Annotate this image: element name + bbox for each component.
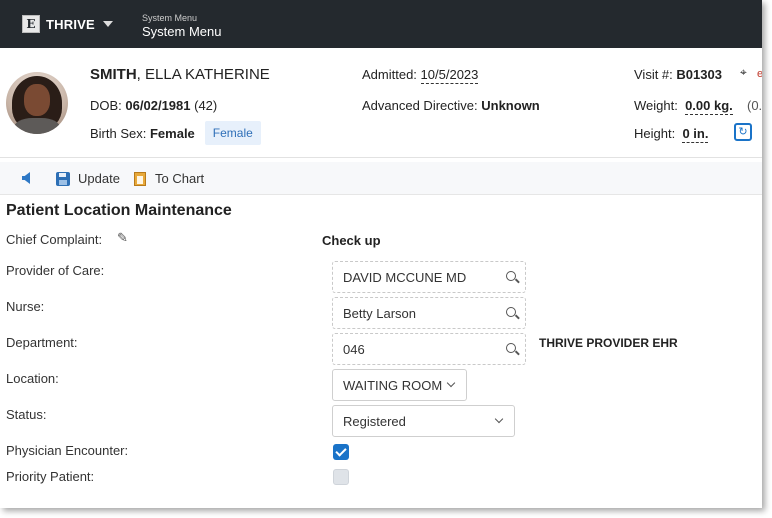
chevron-down-icon — [494, 414, 504, 424]
brand-name: THRIVE — [46, 16, 95, 32]
physician-encounter-label: Physician Encounter: — [6, 443, 129, 458]
back-arrow-icon[interactable] — [22, 172, 30, 184]
top-navigation-bar: E THRIVE System Menu System Menu — [0, 0, 762, 48]
patient-first-names: , ELLA KATHERINE — [136, 66, 270, 83]
admitted-label: Admitted: — [362, 67, 417, 82]
admitted-date: Admitted: 10/5/2023 — [362, 67, 479, 84]
adv-directive-value: Unknown — [481, 98, 540, 113]
height-label: Height: — [634, 126, 676, 141]
save-icon — [56, 171, 70, 186]
system-menu-caption: System Menu — [142, 13, 198, 23]
gender-badge: Female — [204, 121, 261, 145]
patient-last-name: SMITH — [90, 66, 137, 83]
clipboard-icon — [134, 171, 146, 186]
patient-banner: SMITH, ELLA KATHERINE DOB: 06/02/1981 (4… — [0, 48, 762, 158]
weight-extra: (0. — [747, 98, 762, 113]
update-label: Update — [78, 171, 120, 186]
location-pin-extra: e — [757, 68, 762, 80]
system-menu-title: System Menu — [142, 24, 222, 39]
search-icon[interactable] — [506, 307, 516, 317]
location-select[interactable]: WAITING ROOM — [332, 369, 467, 401]
patient-dob: DOB: 06/02/1981 (42) — [90, 98, 217, 113]
chevron-down-icon — [446, 378, 456, 388]
app-window: E THRIVE System Menu System Menu SMITH, … — [0, 0, 762, 508]
height-value[interactable]: 0 in. — [682, 126, 709, 143]
chief-complaint-label: Chief Complaint: — [6, 232, 103, 247]
priority-patient-label: Priority Patient: — [6, 469, 95, 484]
to-chart-button[interactable]: To Chart — [134, 171, 204, 186]
nurse-value: Betty Larson — [343, 305, 416, 321]
patient-weight: Weight: 0.00 kg. — [634, 98, 733, 115]
adv-directive-label: Advanced Directive: — [362, 98, 478, 113]
provider-label: Provider of Care: — [6, 263, 105, 278]
department-value: 046 — [343, 341, 365, 357]
department-field[interactable]: 046 — [332, 333, 526, 365]
department-label: Department: — [6, 335, 78, 350]
location-label: Location: — [6, 371, 59, 386]
search-icon[interactable] — [506, 343, 516, 353]
status-value: Registered — [343, 413, 406, 429]
chief-complaint-value: Check up — [322, 233, 381, 248]
dob-value: 06/02/1981 — [125, 98, 191, 113]
nurse-field[interactable]: Betty Larson — [332, 297, 526, 329]
priority-patient-checkbox[interactable] — [333, 469, 349, 485]
provider-of-care-field[interactable]: DAVID MCCUNE MD — [332, 261, 526, 293]
location-pin-icon[interactable]: ⌖ — [740, 65, 747, 80]
physician-encounter-checkbox[interactable] — [333, 444, 349, 460]
clock-icon[interactable]: ↻ — [734, 123, 752, 141]
brand-logo-icon: E — [22, 15, 40, 33]
visit-number: Visit #: B01303 — [634, 67, 722, 82]
page-title: Patient Location Maintenance — [6, 202, 232, 219]
to-chart-label: To Chart — [155, 171, 205, 186]
location-value: WAITING ROOM — [343, 377, 443, 393]
edit-pencil-icon[interactable]: ✎ — [117, 230, 128, 246]
brand-menu[interactable]: E THRIVE — [22, 15, 113, 33]
nurse-label: Nurse: — [6, 299, 45, 314]
department-name: THRIVE PROVIDER EHR — [539, 336, 678, 350]
admitted-value[interactable]: 10/5/2023 — [420, 67, 479, 84]
age-value: (42) — [194, 98, 218, 113]
provider-value: DAVID MCCUNE MD — [343, 269, 467, 285]
visit-value: B01303 — [676, 67, 722, 82]
visit-label: Visit #: — [634, 67, 673, 82]
patient-name: SMITH, ELLA KATHERINE — [90, 66, 270, 83]
search-icon[interactable] — [506, 271, 516, 281]
advanced-directive: Advanced Directive: Unknown — [362, 98, 540, 113]
update-button[interactable]: Update — [56, 171, 120, 186]
weight-value[interactable]: 0.00 kg. — [685, 98, 733, 115]
patient-height: Height: 0 in. — [634, 126, 709, 143]
dob-label: DOB: — [90, 98, 122, 113]
patient-avatar — [6, 72, 68, 134]
birth-sex-value: Female — [149, 125, 195, 141]
birth-sex-label: Birth Sex: — [90, 125, 147, 141]
system-menu[interactable]: System Menu System Menu — [142, 13, 221, 39]
caret-down-icon — [102, 21, 113, 27]
weight-label: Weight: — [634, 98, 678, 113]
status-label: Status: — [6, 407, 47, 422]
status-select[interactable]: Registered — [332, 405, 515, 437]
patient-birth-sex: Birth Sex: Female Female — [90, 121, 261, 145]
action-toolbar: Update To Chart — [0, 162, 762, 195]
